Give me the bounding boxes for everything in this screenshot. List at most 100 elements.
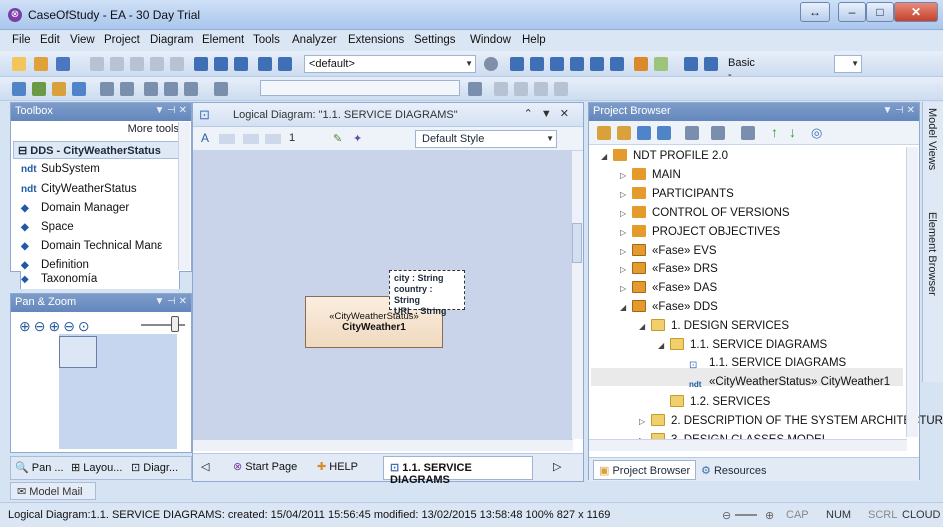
- toolbox-item-cityweatherstatus[interactable]: ndt CityWeatherStatus: [21, 183, 137, 195]
- font-icon[interactable]: A: [201, 131, 209, 145]
- new-view-icon[interactable]: [617, 126, 631, 140]
- save-icon[interactable]: [56, 57, 70, 71]
- menu-project[interactable]: Project: [104, 34, 140, 46]
- menu-diagram[interactable]: Diagram: [150, 34, 193, 46]
- workspace-combo-dropdown[interactable]: ▼: [834, 55, 862, 73]
- tab-resources[interactable]: ⚙ Resources: [701, 464, 767, 477]
- expand-arrow-icon[interactable]: ▷: [620, 171, 632, 180]
- line-width-value[interactable]: 1: [289, 132, 295, 144]
- new-package-icon[interactable]: [597, 126, 611, 140]
- move-up-icon[interactable]: ↑: [771, 124, 778, 140]
- tree-item[interactable]: ▷ PROJECT OBJECTIVES: [620, 224, 780, 238]
- workspace-icon[interactable]: [684, 57, 698, 71]
- style-icon[interactable]: ✦: [353, 132, 362, 145]
- toolbox-item-domain-technical-manager[interactable]: ◆ Domain Technical Manε: [21, 240, 162, 252]
- panel-controls-icon[interactable]: ▼ ⊣ ✕: [154, 105, 187, 116]
- package-icon[interactable]: [52, 82, 66, 96]
- tree-item[interactable]: ▷ CONTROL OF VERSIONS: [620, 205, 790, 219]
- find-icon[interactable]: [194, 57, 208, 71]
- diagram-canvas[interactable]: «CityWeatherStatus» CityWeather1 city : …: [193, 151, 573, 439]
- copy-icon[interactable]: [110, 57, 124, 71]
- tab-scroll-left-icon[interactable]: ◁: [201, 460, 209, 473]
- model-icon[interactable]: [32, 82, 46, 96]
- model-mail-button[interactable]: ✉ Model Mail: [10, 482, 96, 500]
- page-icon[interactable]: [214, 57, 228, 71]
- move-down-icon[interactable]: ↓: [789, 124, 796, 140]
- attribute-compartment[interactable]: city : String country : String URL : Str…: [389, 270, 465, 316]
- close-button[interactable]: ✕: [894, 2, 938, 22]
- viewport-frame[interactable]: [59, 336, 97, 368]
- diagram-tool-icon[interactable]: [510, 57, 524, 71]
- zoom-slider-thumb[interactable]: [171, 316, 179, 332]
- profile-combo[interactable]: <default> ▼: [304, 55, 476, 73]
- search-icon[interactable]: [120, 82, 134, 96]
- settings-icon[interactable]: [484, 57, 498, 71]
- tree-item[interactable]: ◢ 1.1. SERVICE DIAGRAMS: [658, 338, 827, 351]
- panel-controls-icon[interactable]: ▼ ⊣ ✕: [882, 105, 915, 116]
- script-icon[interactable]: [214, 82, 228, 96]
- toolbox-group-header[interactable]: ⊟ DDS - CityWeatherStatus: [13, 141, 181, 159]
- binoculars-icon[interactable]: [685, 126, 699, 140]
- menu-help[interactable]: Help: [522, 34, 546, 46]
- tree-item[interactable]: ▷ «Fase» DRS: [620, 262, 718, 275]
- status-zoom-in-icon[interactable]: ⊕: [765, 509, 774, 522]
- status-zoom-out-icon[interactable]: ⊖: [722, 509, 731, 522]
- new-element-icon[interactable]: [657, 126, 671, 140]
- note-icon[interactable]: [590, 57, 604, 71]
- panel-controls-icon[interactable]: ▼ ⊣ ✕: [154, 296, 187, 307]
- diagram-style-select[interactable]: Default Style ▼: [415, 130, 557, 148]
- expand-arrow-icon[interactable]: ▷: [620, 265, 632, 274]
- list-icon[interactable]: [610, 57, 624, 71]
- menu-edit[interactable]: Edit: [40, 34, 60, 46]
- tab-help[interactable]: ✚ HELP: [317, 460, 358, 473]
- expand-arrow-icon[interactable]: ▷: [620, 228, 632, 237]
- minimize-button[interactable]: –: [838, 2, 866, 22]
- tree-item[interactable]: ◢ NDT PROFILE 2.0: [601, 149, 728, 162]
- workspace-layout-icon[interactable]: [704, 57, 718, 71]
- align-icon[interactable]: [468, 82, 482, 96]
- expand-arrow-icon[interactable]: ▷: [620, 247, 632, 256]
- expand-arrow-open-icon[interactable]: ◢: [620, 303, 632, 312]
- export-icon[interactable]: [164, 82, 178, 96]
- help-icon[interactable]: ◎: [811, 125, 822, 141]
- toolbox-scrollbar[interactable]: [178, 122, 190, 270]
- project-browser-scrollbar[interactable]: [906, 147, 918, 437]
- zoom-buttons-icon[interactable]: ⊕⊖⊕⊖⊙: [19, 318, 93, 335]
- tree-item[interactable]: ⊡ 1.1. SERVICE DIAGRAMS: [677, 357, 846, 372]
- align-right-icon[interactable]: [534, 82, 548, 96]
- toolbox-item-space[interactable]: ◆ Space: [21, 221, 74, 233]
- tab-service-diagrams[interactable]: ⊡ 1.1. SERVICE DIAGRAMS: [383, 456, 533, 486]
- preview-icon[interactable]: [258, 57, 272, 71]
- tree-item[interactable]: ◢ 1. DESIGN SERVICES: [639, 319, 789, 332]
- expand-arrow-icon[interactable]: ▷: [639, 417, 651, 426]
- tree-item[interactable]: 1.2. SERVICES: [658, 394, 770, 408]
- tab-start-page[interactable]: ⊗ Start Page: [233, 460, 297, 473]
- align-left-icon[interactable]: [494, 82, 508, 96]
- fill-color-icon[interactable]: [243, 134, 259, 144]
- document-icon[interactable]: [144, 82, 158, 96]
- text-icon[interactable]: [570, 57, 584, 71]
- paste-icon[interactable]: [130, 57, 144, 71]
- expand-arrow-icon[interactable]: ▷: [620, 209, 632, 218]
- menu-analyzer[interactable]: Analyzer: [292, 34, 337, 46]
- expand-arrow-icon[interactable]: ▷: [620, 284, 632, 293]
- code-icon[interactable]: [741, 126, 755, 140]
- expand-arrow-icon[interactable]: ▷: [620, 190, 632, 199]
- tab-element-browser[interactable]: Element Browser: [926, 212, 938, 296]
- menu-window[interactable]: Window: [470, 34, 511, 46]
- menu-extensions[interactable]: Extensions: [348, 34, 404, 46]
- import-icon[interactable]: [184, 82, 198, 96]
- documentation-icon[interactable]: [711, 126, 725, 140]
- toolbox-item-taxonomia[interactable]: ◆ Taxonomía: [20, 271, 180, 289]
- diagram-header-controls-icon[interactable]: ⌃▼✕: [524, 107, 577, 120]
- layout-icon[interactable]: [550, 57, 564, 71]
- line-color-icon[interactable]: [265, 134, 281, 144]
- scroll-thumb[interactable]: [572, 223, 582, 263]
- menu-settings[interactable]: Settings: [414, 34, 456, 46]
- tree-item[interactable]: ▷ 2. DESCRIPTION OF THE SYSTEM ARCHITECTU…: [639, 413, 943, 427]
- undo-icon[interactable]: [150, 57, 164, 71]
- open-icon[interactable]: [34, 57, 48, 71]
- tree-item[interactable]: ndt «CityWeatherStatus» CityWeather1: [677, 376, 890, 392]
- more-tools-button[interactable]: More tools: [128, 123, 179, 135]
- tab-layout[interactable]: ⊞ Layou...: [71, 461, 122, 474]
